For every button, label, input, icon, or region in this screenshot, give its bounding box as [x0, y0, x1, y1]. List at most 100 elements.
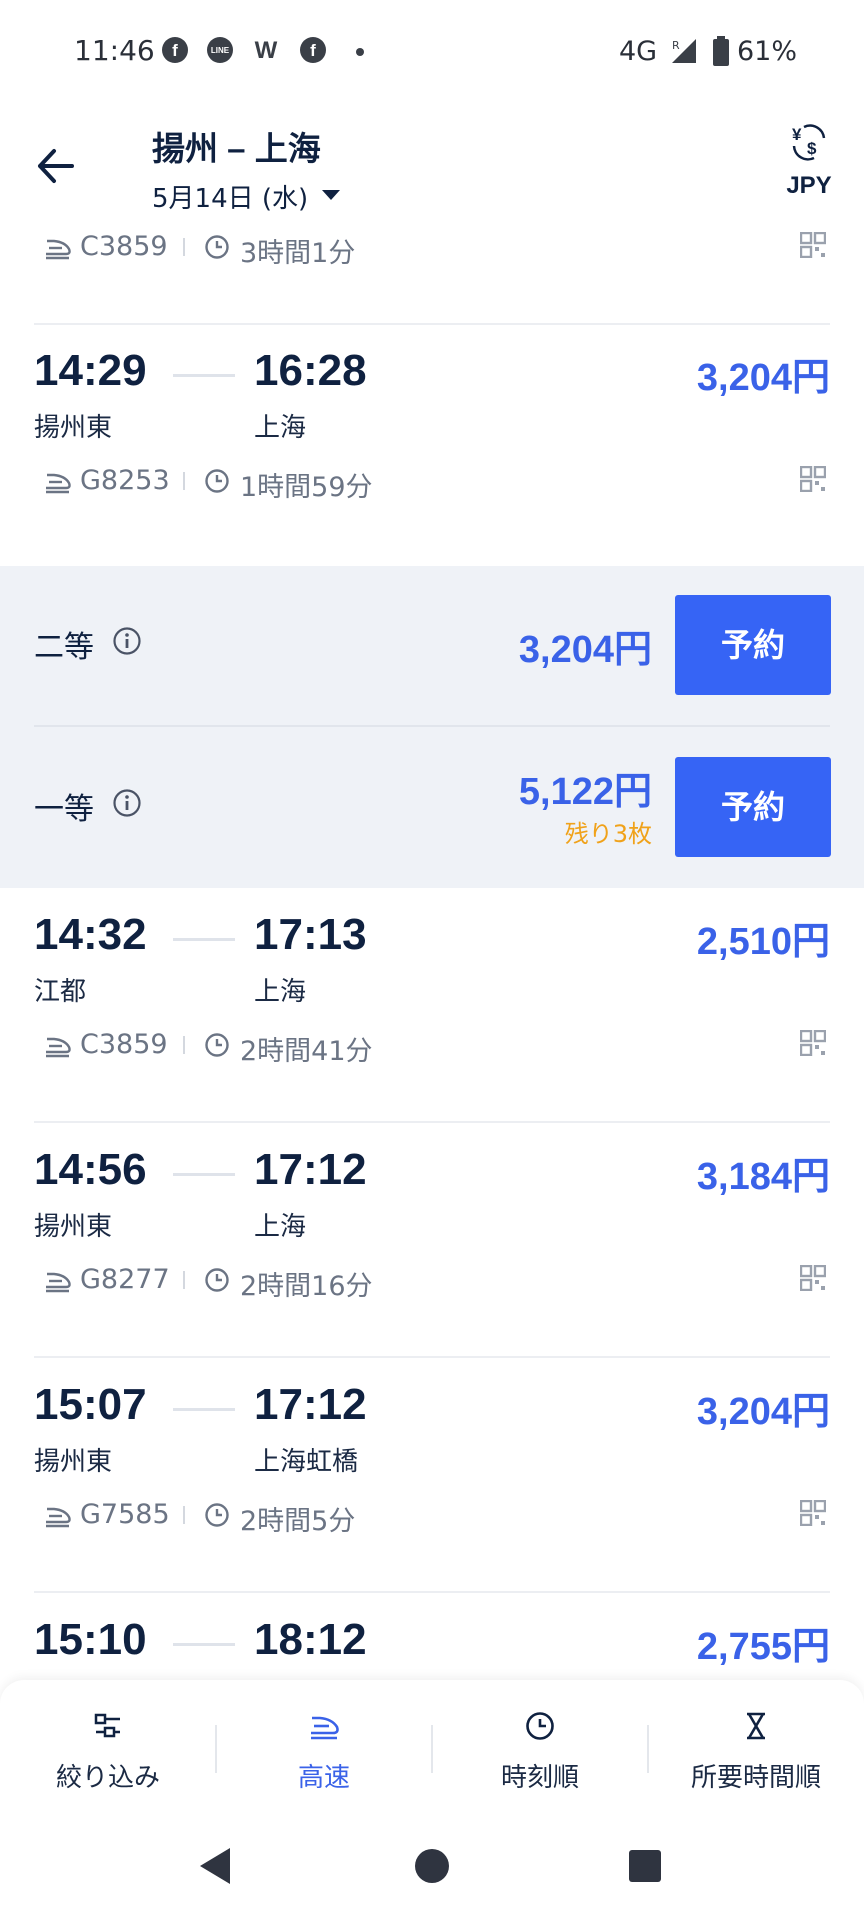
nav-label: 所要時間順	[690, 1763, 821, 1793]
route-title: 揚州 – 上海	[152, 130, 321, 167]
back-arrow-icon[interactable]	[32, 136, 92, 196]
filter-icon	[94, 1713, 120, 1738]
svg-text:$: $	[807, 139, 817, 158]
divider	[183, 1271, 185, 1289]
divider	[183, 238, 185, 256]
svg-text:R: R	[672, 39, 680, 52]
hourglass-icon	[747, 1712, 765, 1740]
train-card[interactable]: 14:32 17:13 江都 上海 2,510円 C3859 2時間41分	[0, 888, 864, 1123]
more-notifications-dot	[356, 48, 364, 56]
system-recents-icon[interactable]	[629, 1850, 661, 1882]
train-card[interactable]: 15:10 18:12 2,755円	[0, 1593, 864, 1682]
arrival-station: 上海	[254, 1212, 307, 1242]
departure-time: 15:10	[34, 1615, 147, 1664]
departure-station: 揚州東	[34, 1447, 113, 1477]
arrival-station: 上海	[254, 413, 307, 443]
currency-exchange-icon: ¥ $	[792, 124, 826, 161]
bullet-train-icon	[311, 1716, 339, 1740]
chevron-down-icon[interactable]	[322, 190, 340, 200]
svg-text:¥: ¥	[792, 125, 802, 144]
book-button[interactable]: 予約	[675, 595, 831, 695]
clock-icon	[205, 1268, 229, 1292]
bullet-train-icon	[46, 1037, 71, 1058]
train-card[interactable]: 15:07 17:12 揚州東 上海虹橋 3,204円 G7585 2時間5分	[0, 1358, 864, 1593]
duration: 3時間1分	[240, 238, 356, 269]
departure-station: 江都	[34, 977, 87, 1007]
train-list[interactable]: 揚州 上海 C3859 3時間1分 14:29 16:2	[0, 210, 864, 1682]
route-line	[173, 1643, 235, 1646]
line-icon: LINE	[207, 37, 233, 63]
currency-label: JPY	[786, 172, 832, 199]
route-line	[173, 938, 235, 941]
arrival-time: 18:12	[254, 1615, 367, 1664]
seat-class-name: 二等	[34, 630, 94, 665]
train-card[interactable]: 14:29 16:28 揚州東 上海 3,204円 G8253 1時間59分	[0, 324, 864, 554]
route-line	[173, 1408, 235, 1411]
divider	[183, 472, 185, 490]
info-icon[interactable]	[112, 788, 142, 818]
arrival-station: 上海虹橋	[254, 1447, 359, 1477]
train-card[interactable]: 揚州 上海 C3859 3時間1分	[0, 210, 864, 325]
w-icon: W	[254, 37, 278, 64]
duration: 1時間59分	[240, 472, 373, 503]
qr-code-icon	[800, 1265, 826, 1291]
battery-icon	[713, 36, 729, 66]
departure-time: 15:07	[34, 1380, 147, 1429]
train-number: G8253	[80, 465, 170, 496]
qr-code-icon	[800, 1030, 826, 1056]
train-number: C3859	[80, 231, 168, 262]
filter-button[interactable]: 絞り込み	[0, 1680, 216, 1816]
departure-time: 14:32	[34, 910, 147, 959]
bullet-train-icon	[46, 473, 71, 494]
system-back-icon[interactable]	[196, 1846, 234, 1886]
price: 3,204円	[696, 357, 830, 399]
train-card[interactable]: 14:56 17:12 揚州東 上海 3,184円 G8277 2時間16分	[0, 1123, 864, 1358]
train-number: G8277	[80, 1264, 170, 1295]
sort-by-duration-button[interactable]: 所要時間順	[648, 1680, 864, 1816]
departure-station: 揚州東	[34, 413, 113, 443]
qr-code-icon	[800, 232, 826, 258]
clock-icon	[205, 235, 229, 259]
divider	[183, 1036, 185, 1054]
bottom-nav: 絞り込み 高速 時刻順 所要時間順	[0, 1680, 864, 1816]
book-button[interactable]: 予約	[675, 757, 831, 857]
departure-time: 14:29	[34, 346, 147, 395]
divider	[34, 725, 830, 727]
duration: 2時間41分	[240, 1036, 373, 1067]
arrival-time: 17:12	[254, 1380, 367, 1429]
bullet-train-icon	[46, 1507, 71, 1528]
currency-button[interactable]: ¥ $ JPY	[774, 122, 844, 202]
arrival-time: 17:12	[254, 1145, 367, 1194]
route-line	[173, 374, 235, 377]
clock-icon	[205, 469, 229, 493]
price: 3,184円	[696, 1156, 830, 1198]
sort-by-time-button[interactable]: 時刻順	[432, 1680, 648, 1816]
duration: 2時間5分	[240, 1506, 356, 1537]
info-icon[interactable]	[112, 626, 142, 656]
seat-class-price: 3,204円	[518, 629, 652, 671]
system-home-icon[interactable]	[414, 1848, 450, 1884]
clock-icon	[526, 1712, 554, 1740]
price: 3,204円	[696, 1391, 830, 1433]
seat-class-panel: 二等 3,204円 予約 一等 5,122円 残り3枚 予約	[0, 566, 864, 888]
status-time: 11:46	[74, 34, 155, 67]
high-speed-filter-button[interactable]: 高速	[216, 1680, 432, 1816]
nav-label: 絞り込み	[55, 1763, 160, 1793]
arrival-time: 16:28	[254, 346, 367, 395]
nav-label: 時刻順	[500, 1763, 579, 1793]
departure-time: 14:56	[34, 1145, 147, 1194]
network-type: 4G	[619, 36, 658, 67]
arrival-station: 上海	[254, 977, 307, 1007]
nav-label: 高速	[297, 1763, 350, 1793]
seat-class-price: 5,122円	[518, 771, 652, 813]
bullet-train-icon	[46, 239, 71, 260]
divider	[183, 1506, 185, 1524]
departure-station: 揚州東	[34, 1212, 113, 1242]
system-nav-bar	[0, 1816, 864, 1920]
price: 2,510円	[696, 921, 830, 963]
status-bar: 11:46 f LINE W f 4G R 61%	[0, 0, 864, 110]
arrival-time: 17:13	[254, 910, 367, 959]
train-number: G7585	[80, 1499, 170, 1530]
qr-code-icon	[800, 1500, 826, 1526]
duration: 2時間16分	[240, 1271, 373, 1302]
